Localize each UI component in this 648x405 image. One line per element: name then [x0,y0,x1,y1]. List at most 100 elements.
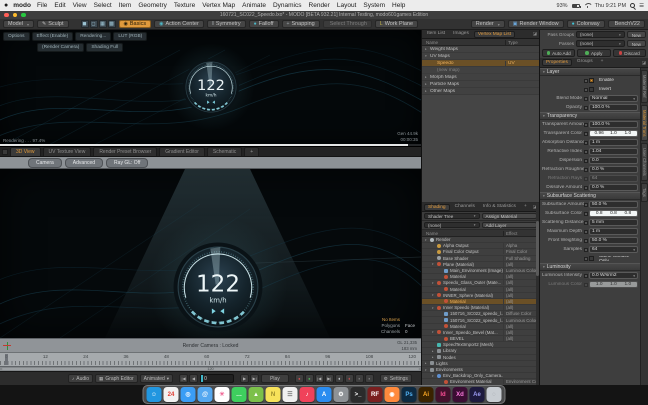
viewport-tab[interactable]: 3D View [10,147,41,156]
viewport-tab[interactable]: + [244,147,259,156]
viewport-widget-icon[interactable] [2,149,8,155]
section-header[interactable]: ▾Luminosity [540,263,640,271]
xd[interactable]: Xd [453,387,468,402]
section-header[interactable]: ▾Layer [540,68,640,76]
property-row[interactable]: Refraction Rays 64 ▾ [540,174,640,183]
toolbar-tool-button[interactable]: +Snapping [282,20,320,28]
property-field[interactable]: 5 mm ▾ [589,219,638,226]
toolbar-right-button[interactable]: BenchV22 [608,20,645,28]
timeline-ruler[interactable]: 01224364860728496108120 [0,352,421,366]
envelope-toggle[interactable] [584,159,588,163]
property-field[interactable]: Same Surface Only ▾ [596,255,638,262]
menu-clock[interactable]: Thu 9:21 PM [595,3,627,9]
property-row[interactable]: Luminous Intensity 0.0 W/srm2 ▾ [540,271,640,280]
vertical-tab[interactable]: Material Ref [641,70,648,103]
envelope-toggle[interactable] [584,177,588,181]
app-store[interactable]: A [317,387,332,402]
terminal[interactable]: >_ [351,387,366,402]
(new map)[interactable]: (new map) [422,67,539,74]
shader-tree-mode-dropdown[interactable]: Shader Tree [424,213,480,219]
preview-menu-button[interactable]: Effect (Enable) [32,32,74,41]
assign-material-button[interactable]: Assign Material [482,213,538,219]
viewport-tab[interactable]: UV Texture View [43,147,92,156]
spotlight-icon[interactable] [630,3,635,8]
property-row[interactable]: Transparent Amount 100.0 % ▾ [540,120,640,129]
music[interactable]: ♪ [300,387,315,402]
property-field[interactable]: 0.0 W/srm2 ▾ [589,272,638,279]
link-button[interactable]: ▪ [365,374,374,383]
envelope-toggle[interactable] [584,248,588,252]
photos[interactable]: ☀ [215,387,230,402]
envelope-toggle[interactable] [584,132,588,136]
property-field[interactable]: 50.0 % ▾ [589,201,638,208]
checkbox[interactable] [589,87,594,92]
discard-button[interactable]: Discard [613,49,646,57]
system-preferences[interactable]: ⚙ [334,387,349,402]
envelope-toggle[interactable] [584,239,588,243]
property-row[interactable]: Same Surface Only ▾ [540,254,640,263]
after-effects[interactable]: Ae [470,387,485,402]
envelope-toggle[interactable] [584,88,588,92]
property-row[interactable]: Maximum Depth 1 m ▾ [540,227,640,236]
property-row[interactable]: Dispersion 0.0 ▾ [540,156,640,165]
UV Maps[interactable]: ▾ UV Maps [422,53,539,60]
wifi-icon[interactable] [584,3,591,8]
new-pass-button[interactable]: New [627,40,646,47]
current-frame-field[interactable]: 0 [200,374,234,383]
trash[interactable]: ◌ [487,387,502,402]
property-field[interactable]: Enable ▾ [596,77,638,84]
filter-dropdown[interactable]: (none) [424,222,480,228]
vertical-tab[interactable]: Material Trans [641,105,648,142]
menu-item[interactable]: Vertex Map [202,2,235,9]
preview-menu-button[interactable]: LUT (RGB) [113,32,147,41]
indesign[interactable]: Id [436,387,451,402]
property-field[interactable]: 0.0 ▾ [589,157,638,164]
messages[interactable]: … [232,387,247,402]
preview-menu-button[interactable]: (Render Camera) [37,43,84,52]
Morph Maps[interactable]: ▸ Morph Maps [422,74,539,81]
checkbox[interactable] [589,78,594,83]
layout-mode-dropdown[interactable]: Model [3,20,34,28]
envelope-toggle[interactable] [584,168,588,172]
shading-tab[interactable]: + [521,204,530,211]
finder[interactable]: ☺ [147,387,162,402]
play-button[interactable]: Play [261,374,289,383]
record-button[interactable]: ● [305,374,314,383]
step-back-button[interactable]: ◀ [189,374,198,383]
property-row[interactable]: Blend Mode Normal ▾ [540,94,640,103]
menu-item[interactable]: Edit [54,2,65,9]
preview-menu-button[interactable]: Rendering... [75,32,111,41]
envelope-toggle[interactable] [584,203,588,207]
camera-3d-viewport[interactable]: 122 km/h No ItemsPolygonsFaceChannels0 [0,169,421,338]
edges-mode-icon[interactable]: ◻ [90,20,98,28]
shading-tab[interactable]: Shading [424,204,450,211]
next-key-button[interactable]: ▶| [325,374,334,383]
list-panel-tab[interactable]: Vertex Map List [474,31,515,38]
envelope-toggle[interactable] [584,106,588,110]
property-row[interactable]: Invert ▾ [540,85,640,94]
property-field[interactable]: 50.0 % ▾ [589,237,638,244]
property-field[interactable]: 0.0 % ▾ [589,184,638,191]
shading-tab[interactable]: Channels [452,204,478,211]
property-field[interactable]: 1.04 ▾ [589,148,638,155]
sculpt-button[interactable]: ✎Sculpt [37,20,69,28]
menu-item[interactable]: Texture [174,2,195,9]
property-row[interactable]: Dissolve Amount 0.0 % ▾ [540,183,640,192]
property-row[interactable]: Samples 64 ▾ [540,245,640,254]
rf-app[interactable]: RF [368,387,383,402]
gl-toolbar-button[interactable]: Ray GL: Off [106,158,148,168]
remove-key-button[interactable]: ♦ [345,374,354,383]
property-field[interactable]: 1 m ▾ [589,228,638,235]
go-end-button[interactable]: ▶| [250,374,259,383]
notes[interactable]: N [266,387,281,402]
property-row[interactable]: Subsurface Color 0.8 0.8 0.8 ▾ [540,209,640,218]
list-panel-tab[interactable]: Images [450,31,472,38]
toolbar-right-button[interactable]: ▣Render Window [508,20,564,28]
properties-tab[interactable]: Properties [542,59,572,66]
envelope-toggle[interactable] [584,141,588,145]
new-pass-group-button[interactable]: New [627,31,646,38]
Other Maps[interactable]: ▸ Other Maps [422,88,539,95]
prev-key-button[interactable]: |◀ [315,374,324,383]
toolbar-tool-button[interactable]: ●Falloff [249,20,279,28]
viewport-tab[interactable]: Gradient Editor [159,147,205,156]
